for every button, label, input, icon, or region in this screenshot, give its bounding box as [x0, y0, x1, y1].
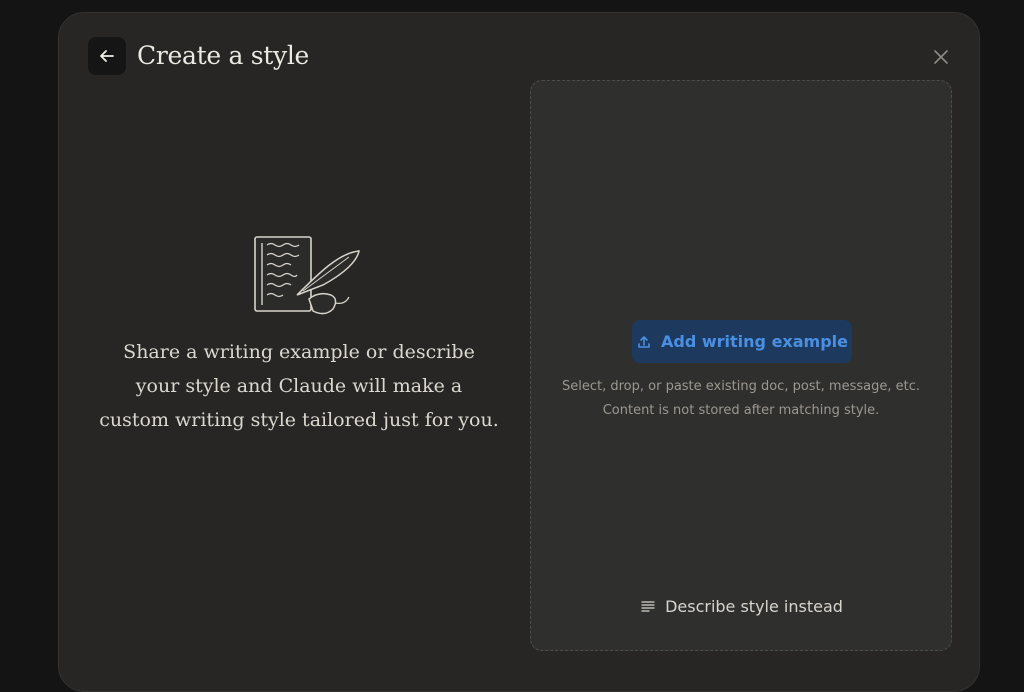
text-lines-icon	[641, 601, 655, 612]
dialog-title: Create a style	[137, 41, 310, 70]
dropzone-privacy-note: Content is not stored after matching sty…	[602, 403, 880, 418]
dropzone-hint: Select, drop, or paste existing doc, pos…	[561, 379, 920, 394]
add-writing-example-label: Add writing example	[661, 332, 848, 351]
writing-example-dropzone[interactable]: Add writing example Select, drop, or pas…	[530, 80, 952, 651]
back-button[interactable]	[88, 37, 126, 75]
document-quill-illustration	[254, 236, 360, 315]
upload-icon	[638, 335, 650, 348]
intro-text: Share a writing example or describe your…	[99, 341, 499, 431]
add-writing-example-button[interactable]: Add writing example	[632, 320, 852, 363]
describe-style-button[interactable]: Describe style instead	[637, 593, 847, 619]
create-style-dialog: Create a style Share a writing example o…	[58, 12, 980, 692]
close-button[interactable]	[929, 45, 953, 69]
describe-style-label: Describe style instead	[665, 596, 843, 616]
arrow-left-icon	[100, 50, 114, 62]
close-icon	[934, 50, 948, 64]
